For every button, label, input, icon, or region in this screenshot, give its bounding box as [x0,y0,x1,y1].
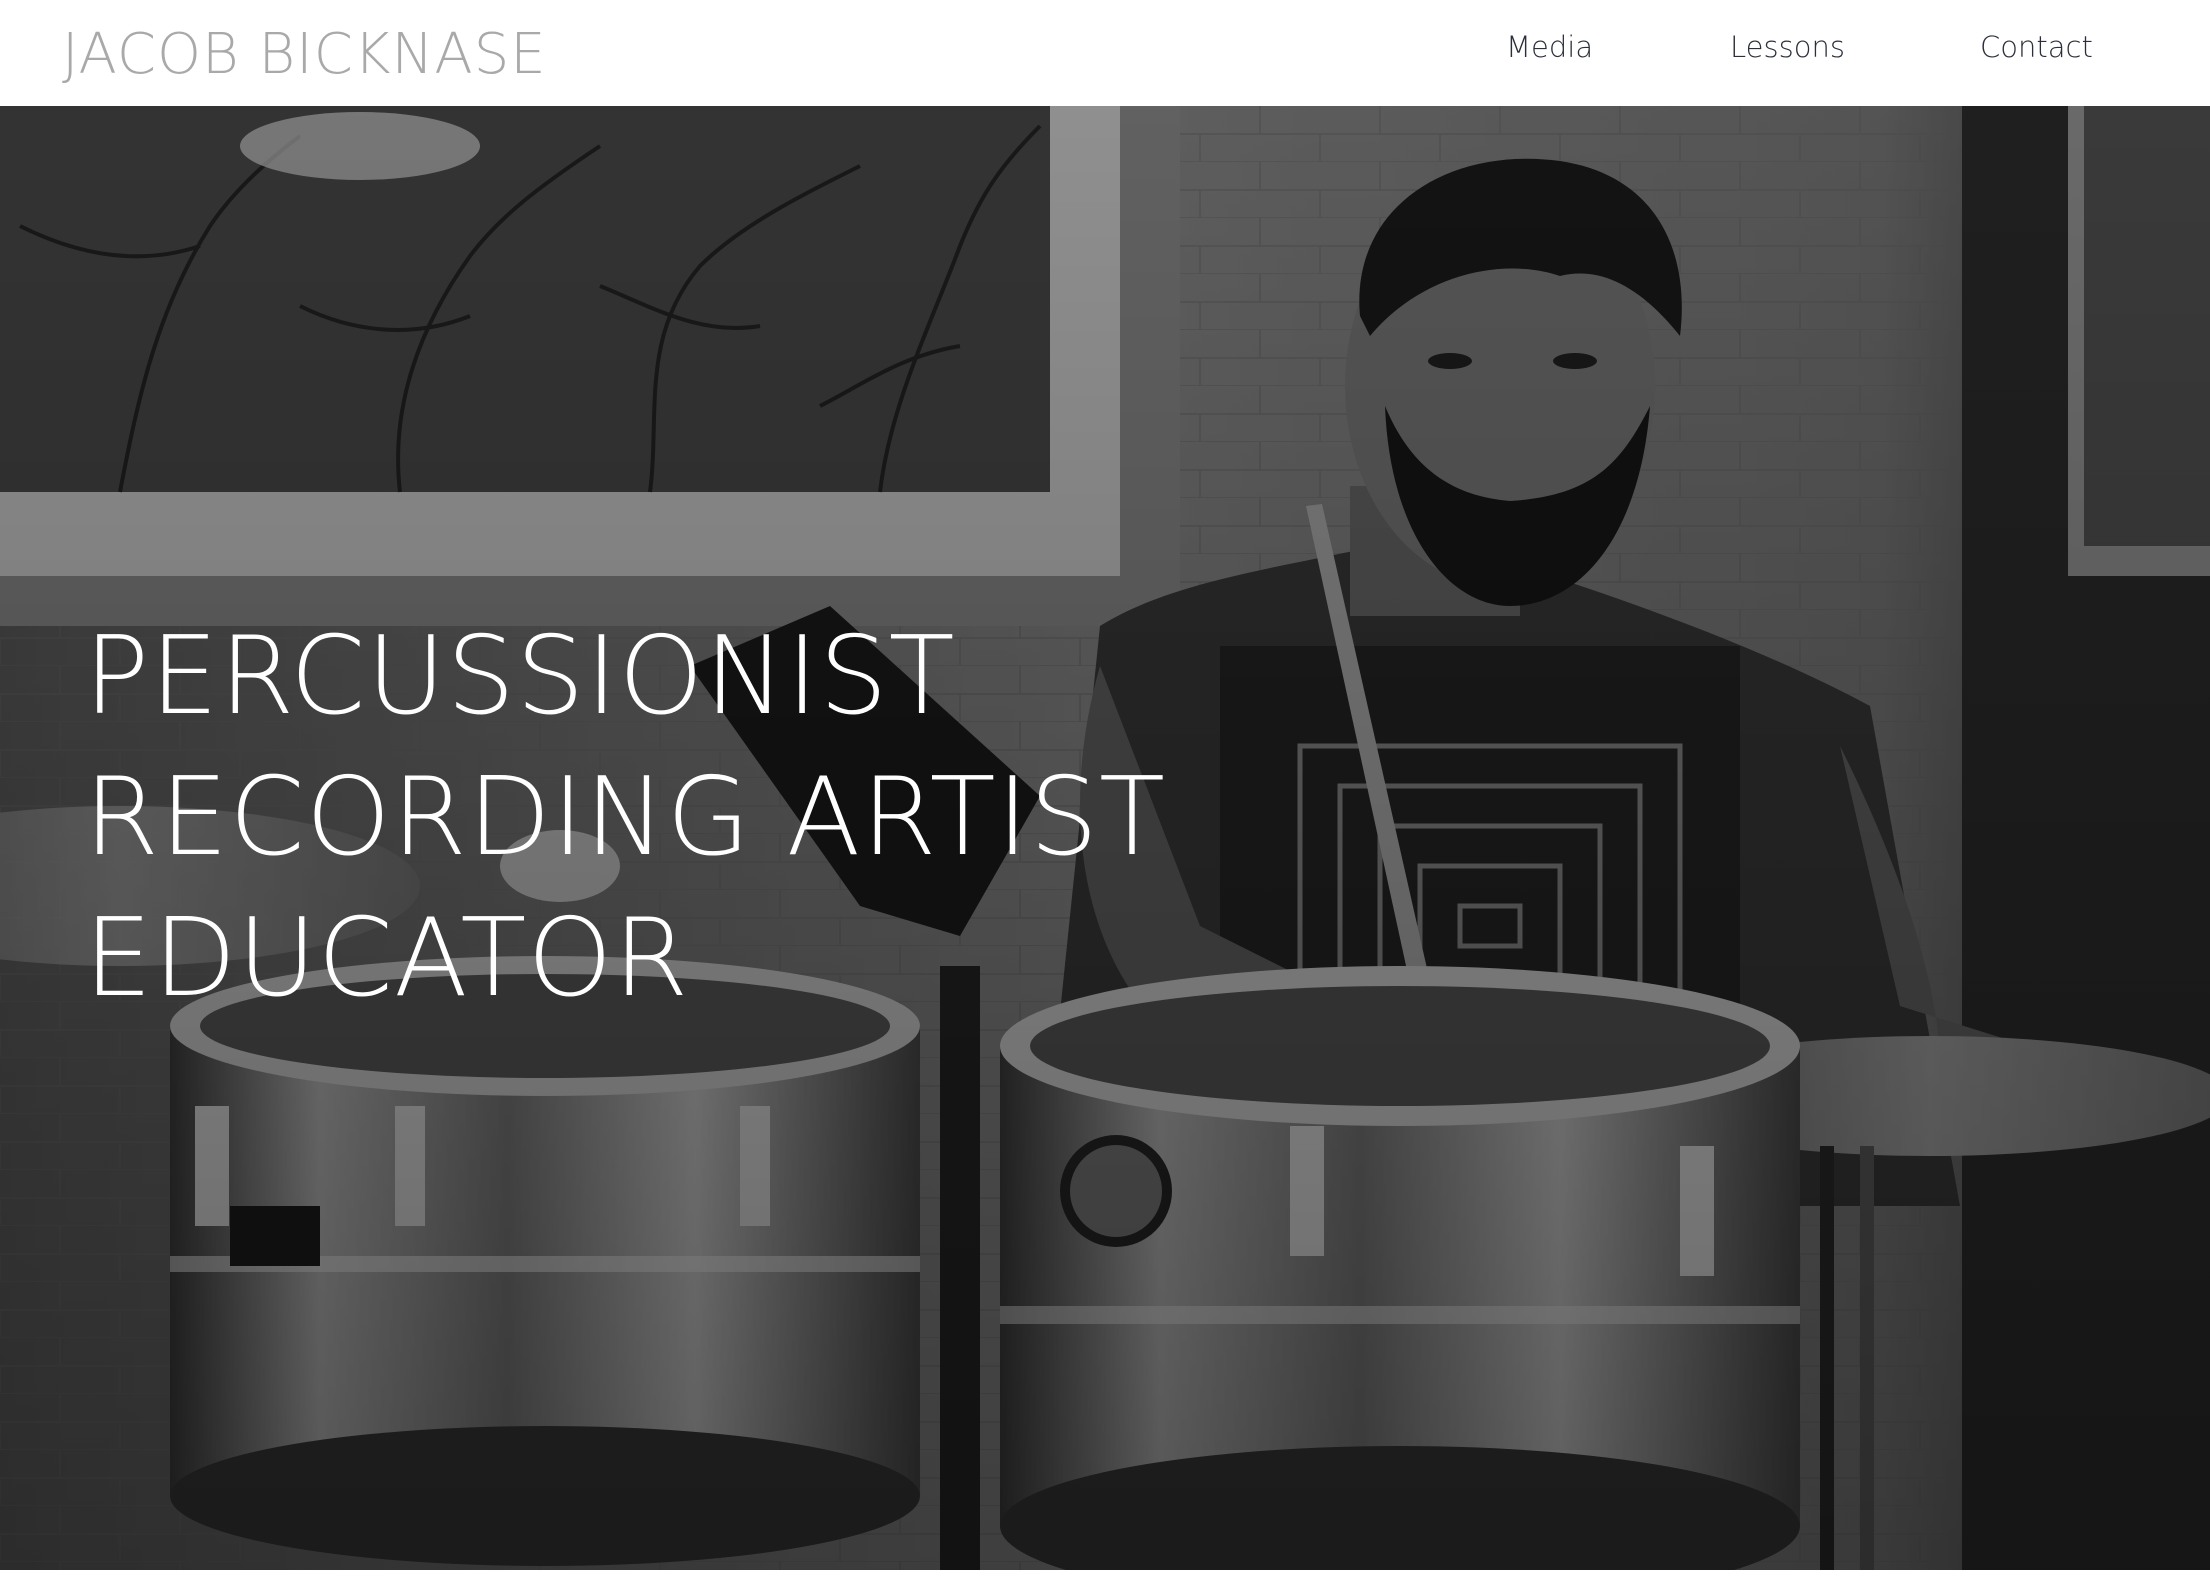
hero-line-percussionist: PERCUSSIONIST [84,614,956,739]
nav-lessons-link[interactable]: Lessons [1730,30,1845,64]
hero-line-recording-artist: RECORDING ARTIST [84,755,1166,880]
hero-headline: PERCUSSIONIST RECORDING ARTIST EDUCATOR [84,606,1166,1029]
site-header: JACOB BICKNASE Media Lessons Contact [0,0,2210,106]
page: JACOB BICKNASE Media Lessons Contact PER… [0,0,2210,1576]
hero-line-educator: EDUCATOR [84,896,690,1021]
nav-contact-link[interactable]: Contact [1980,30,2093,64]
bottom-strip [0,1570,2210,1576]
site-title-link[interactable]: JACOB BICKNASE [62,22,547,87]
nav-media-link[interactable]: Media [1506,30,1593,64]
hero-section: PERCUSSIONIST RECORDING ARTIST EDUCATOR [0,106,2210,1570]
